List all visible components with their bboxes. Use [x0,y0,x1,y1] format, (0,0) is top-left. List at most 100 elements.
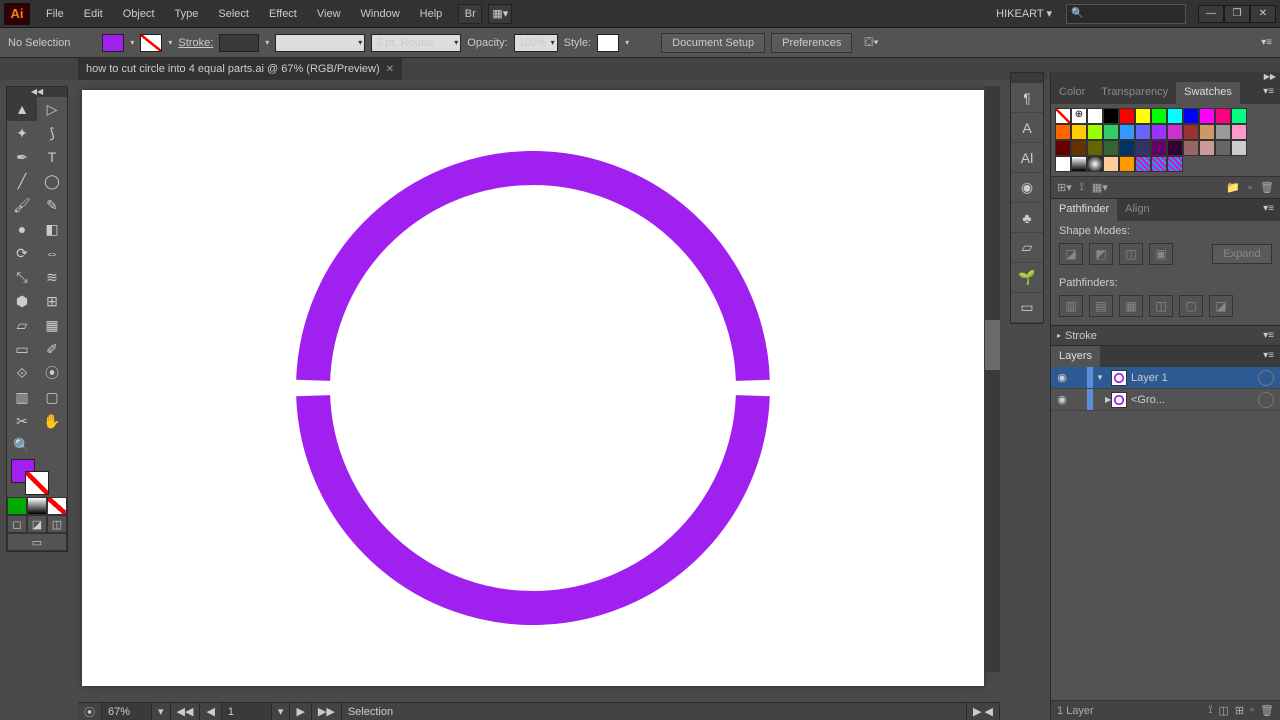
artboard-prev-icon[interactable]: ◀◀ [171,703,201,720]
width-tool-icon[interactable]: ≋ [37,265,67,289]
swatch-cell[interactable] [1119,108,1135,124]
dock-paragraph-icon[interactable]: Al [1011,143,1043,173]
zoom-out-icon[interactable]: ⦿ [78,703,102,720]
none-mode-icon[interactable] [47,497,67,515]
tab-transparency[interactable]: Transparency [1093,82,1176,104]
artboard-tool-icon[interactable]: ▢ [37,385,67,409]
crop-icon[interactable]: ◫ [1149,295,1173,317]
opacity-input[interactable]: 100% [514,34,558,52]
artboard-number[interactable]: 1 [222,703,272,720]
swatch-cell[interactable] [1231,140,1247,156]
blend-tool-icon[interactable]: ⟐ [7,361,37,385]
brush-definition[interactable]: 3 pt. Round [371,34,461,52]
zoom-level-input[interactable]: 67% [102,703,152,720]
new-group-icon[interactable]: 📁 [1226,181,1240,194]
menu-object[interactable]: Object [113,2,165,26]
dock-glyphs-icon[interactable]: ¶ [1011,83,1043,113]
swatch-cell[interactable] [1071,124,1087,140]
disclosure-triangle-icon[interactable]: ▶ [1093,395,1107,404]
swatch-cell[interactable] [1135,156,1151,172]
menu-edit[interactable]: Edit [74,2,113,26]
shape-builder-tool-icon[interactable]: ⬢ [7,289,37,313]
target-icon[interactable] [1258,392,1274,408]
swatch-cell[interactable] [1151,140,1167,156]
dock-brushes-icon[interactable]: ▭ [1011,293,1043,323]
fill-swatch[interactable] [102,34,124,52]
swatch-cell[interactable] [1087,156,1103,172]
stroke-color-icon[interactable] [25,471,49,495]
swatch-cell[interactable] [1167,108,1183,124]
swatch-lib-icon[interactable]: ⊞▾ [1057,181,1072,194]
stroke-label[interactable]: Stroke: [178,37,213,49]
eyedropper-tool-icon[interactable]: ✐ [37,337,67,361]
layer-row[interactable]: ◉ ▼ Layer 1 [1051,367,1280,389]
swatch-cell[interactable] [1183,140,1199,156]
swatch-cell[interactable] [1167,140,1183,156]
swatch-cell[interactable] [1119,124,1135,140]
swatch-cell[interactable] [1071,156,1087,172]
swatch-kind-icon[interactable]: ⟟ [1080,181,1084,194]
swatch-cell[interactable] [1103,124,1119,140]
swatch-cell[interactable] [1055,140,1071,156]
swatch-cell[interactable] [1135,140,1151,156]
swatch-cell[interactable]: ⊕ [1071,108,1087,124]
swatch-cell[interactable] [1119,140,1135,156]
symbol-sprayer-tool-icon[interactable]: ⦿ [37,361,67,385]
swatch-cell[interactable] [1119,156,1135,172]
stroke-weight-input[interactable] [219,34,259,52]
workspace-switcher[interactable]: HIKEART ▾ [988,3,1060,24]
swatch-cell[interactable] [1103,108,1119,124]
swatch-cell[interactable] [1199,124,1215,140]
swatch-cell[interactable] [1215,124,1231,140]
align-icon[interactable]: ⛋▾ [864,35,878,50]
swatches-menu-icon[interactable]: ▾≡ [1257,82,1280,104]
swatch-cell[interactable] [1151,108,1167,124]
hand-tool-icon[interactable]: ✋ [37,409,67,433]
arrange-docs-icon[interactable]: ▦▾ [488,4,512,24]
swatch-cell[interactable] [1167,156,1183,172]
swatch-cell[interactable] [1231,124,1247,140]
pen-tool-icon[interactable]: ✒ [7,145,37,169]
artboard-next2-icon[interactable]: ▶▶ [312,703,342,720]
column-graph-tool-icon[interactable]: ▥ [7,385,37,409]
menu-effect[interactable]: Effect [259,2,307,26]
minimize-button[interactable]: — [1198,5,1224,23]
scroll-left-icon[interactable]: ▶ ◀ [967,703,1000,720]
eraser-tool-icon[interactable]: ◧ [37,217,67,241]
dock-appearance-icon[interactable]: ◉ [1011,173,1043,203]
mesh-tool-icon[interactable]: ▦ [37,313,67,337]
swatch-cell[interactable] [1087,140,1103,156]
swatch-cell[interactable] [1055,108,1071,124]
menu-window[interactable]: Window [351,2,410,26]
swatch-cell[interactable] [1135,124,1151,140]
locate-object-icon[interactable]: ⟟ [1208,704,1212,717]
swatch-cell[interactable] [1135,108,1151,124]
perspective-tool-icon[interactable]: ▱ [7,313,37,337]
type-tool-icon[interactable]: T [37,145,67,169]
visibility-toggle-icon[interactable]: ◉ [1051,371,1073,384]
layer-name[interactable]: <Gro... [1131,394,1165,406]
trim-icon[interactable]: ▤ [1089,295,1113,317]
dock-symbols-icon[interactable]: 🌱 [1011,263,1043,293]
circle-artwork[interactable] [283,138,783,638]
intersect-icon[interactable]: ◫ [1119,243,1143,265]
disclosure-triangle-icon[interactable]: ▼ [1093,373,1107,382]
new-sublayer-icon[interactable]: ⊞ [1235,704,1244,717]
swatch-cell[interactable] [1183,124,1199,140]
swatch-cell[interactable] [1231,108,1247,124]
swatch-cell[interactable] [1055,124,1071,140]
paintbrush-tool-icon[interactable]: 🖌 [7,193,37,217]
direct-selection-tool-icon[interactable]: ▷ [37,97,67,121]
line-tool-icon[interactable]: ╱ [7,169,37,193]
layers-menu-icon[interactable]: ▾≡ [1257,346,1280,367]
pencil-tool-icon[interactable]: ✎ [37,193,67,217]
dock-character-icon[interactable]: A [1011,113,1043,143]
new-swatch-icon[interactable]: ▫ [1248,182,1252,194]
delete-layer-icon[interactable]: 🗑 [1260,704,1274,717]
swatch-cell[interactable] [1103,140,1119,156]
bridge-icon[interactable]: Br [458,4,482,24]
document-setup-button[interactable]: Document Setup [661,33,765,53]
preferences-button[interactable]: Preferences [771,33,852,53]
visibility-toggle-icon[interactable]: ◉ [1051,393,1073,406]
swatch-cell[interactable] [1151,156,1167,172]
